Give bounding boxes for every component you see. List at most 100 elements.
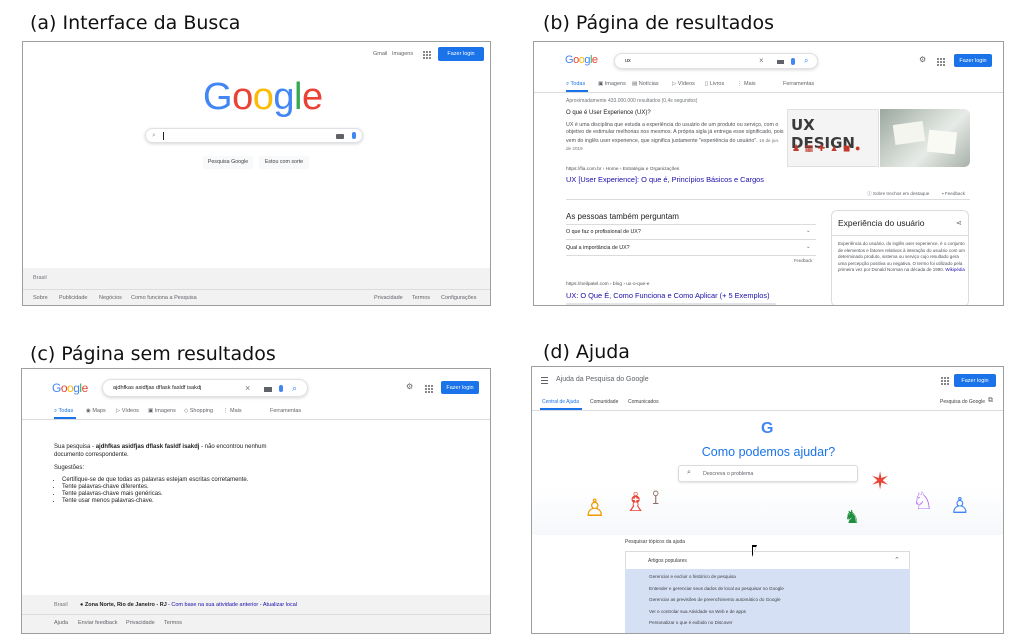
feedback-link[interactable]: ▪ Feedback: [942, 191, 965, 196]
person-reading-illustration: ♙: [584, 495, 606, 522]
tab-community[interactable]: Comunidade: [590, 399, 618, 405]
country-label: Brasil: [54, 602, 68, 608]
help-search-input[interactable]: ⌕ Descreva o problema: [678, 465, 858, 482]
tab-books[interactable]: ▯ Livros: [705, 81, 724, 87]
footer-terms[interactable]: Termos: [412, 295, 430, 301]
footer-ads[interactable]: Publicidade: [59, 295, 87, 301]
open-in-new-icon[interactable]: ⧉: [988, 397, 993, 405]
clear-icon[interactable]: ×: [245, 384, 250, 393]
popular-articles-dropdown[interactable]: Artigos populares ⌃: [625, 551, 910, 569]
people-also-ask-title: As pessoas também perguntam: [566, 212, 679, 221]
article-item[interactable]: Entender e gerenciar seus dados de local…: [625, 583, 910, 595]
paa-feedback[interactable]: Feedback: [794, 258, 812, 263]
chevron-down-icon[interactable]: ⌄: [806, 228, 811, 234]
tab-news[interactable]: ▤ Notícias: [632, 81, 659, 87]
person-sitting-illustration: ♙: [950, 493, 970, 518]
login-button[interactable]: Fazer login: [954, 54, 992, 67]
login-button[interactable]: Fazer login: [438, 47, 484, 61]
tools-button[interactable]: Ferramentas: [783, 81, 814, 87]
help-heading: Como podemos ajudar?: [701, 445, 836, 459]
ux-photo[interactable]: [880, 109, 970, 167]
search-icon: ⌕: [152, 132, 156, 139]
apps-grid-icon[interactable]: [425, 385, 433, 393]
article-item[interactable]: Personalizar o que é exibido no Discover: [625, 617, 910, 629]
footer-privacy[interactable]: Privacidade: [374, 295, 403, 301]
microphone-icon[interactable]: [791, 58, 795, 65]
footer-feedback[interactable]: Enviar feedback: [78, 620, 117, 626]
result2-snippet-cut: [566, 303, 776, 305]
images-link[interactable]: Imagens: [392, 51, 413, 57]
keyboard-icon[interactable]: [264, 387, 272, 392]
result2-title-link[interactable]: UX: O Que É, Como Funciona e Como Aplica…: [566, 291, 770, 300]
suggestion-item: Certifique-se de que todas as palavras e…: [62, 477, 248, 484]
apps-grid-icon[interactable]: [937, 58, 945, 66]
search-input[interactable]: ⌕: [145, 128, 363, 143]
footer-business[interactable]: Negócios: [99, 295, 122, 301]
paa-question-1[interactable]: O que faz o profissional de UX?: [566, 229, 641, 235]
footer-settings[interactable]: Configurações: [441, 295, 476, 301]
section-divider: [566, 199, 970, 200]
google-search-link[interactable]: Pesquisa do Google: [940, 399, 985, 405]
share-icon[interactable]: ⋖: [956, 219, 962, 227]
lucky-button[interactable]: Estou com sorte: [259, 156, 309, 169]
footer-help[interactable]: Ajuda: [54, 620, 68, 626]
menu-icon[interactable]: [541, 377, 548, 384]
caption-b: (b) Página de resultados: [543, 12, 775, 34]
article-item[interactable]: Gerenciar e excluir o histórico de pesqu…: [625, 571, 910, 583]
search-icon[interactable]: ⌕: [292, 384, 297, 393]
keyboard-icon[interactable]: [336, 134, 344, 139]
person-lying-illustration: ♞: [844, 507, 861, 527]
tab-all[interactable]: ⌕ Todas: [566, 81, 585, 88]
tab-maps[interactable]: ◉ Maps: [86, 408, 106, 414]
tab-all[interactable]: ⌕ Todas: [54, 408, 73, 415]
tab-announcements[interactable]: Comunicados: [628, 399, 659, 405]
result-stats: Aproximadamente 433.000.000 resultados (…: [566, 98, 698, 104]
footer-about[interactable]: Sobre: [33, 295, 48, 301]
footer-terms[interactable]: Termos: [164, 620, 182, 626]
ux-design-image[interactable]: UX DESIGN ♟ ▦ ✚ ▲ ◼ ●: [787, 109, 879, 167]
chevron-down-icon[interactable]: ⌄: [806, 244, 811, 250]
footer-privacy[interactable]: Privacidade: [126, 620, 155, 626]
tabs-divider: [532, 410, 1003, 411]
knowledge-panel: Experiência do usuário ⋖ Experiência do …: [831, 210, 969, 305]
search-icon: ⌕: [687, 469, 691, 476]
tab-more[interactable]: ⋮ Mais: [737, 81, 756, 87]
chevron-up-icon: ⌃: [894, 557, 900, 564]
gmail-link[interactable]: Gmail: [373, 51, 387, 57]
tab-help-center[interactable]: Central de Ajuda: [542, 399, 579, 405]
article-item[interactable]: Ver e controlar sua Atividade na Web e d…: [625, 606, 910, 618]
tab-shopping[interactable]: ◇ Shopping: [184, 408, 213, 414]
search-icon[interactable]: ⌕: [804, 57, 808, 65]
tab-videos[interactable]: ▷ Vídeos: [672, 81, 695, 87]
clear-icon[interactable]: ×: [759, 57, 764, 65]
microphone-icon[interactable]: [279, 385, 283, 392]
tab-videos[interactable]: ▷ Vídeos: [116, 408, 139, 414]
apps-grid-icon[interactable]: [423, 51, 431, 59]
tab-images[interactable]: ▣ Imagens: [148, 408, 176, 414]
google-search-button[interactable]: Pesquisa Google: [203, 156, 253, 169]
article-item[interactable]: Gerenciar as previsões de preenchimento …: [625, 594, 910, 606]
suggestion-item: Tente usar menos palavras-chave.: [62, 498, 248, 505]
search-input[interactable]: ajdhfkas asidfjas dflask fasldf isakdj ×…: [102, 379, 308, 397]
wikipedia-link[interactable]: Wikipédia: [945, 267, 965, 272]
apps-grid-icon[interactable]: [941, 377, 949, 385]
location-source-link[interactable]: - Com base na sua atividade anterior - A…: [168, 602, 297, 608]
search-input[interactable]: ux × ⌕: [614, 53, 818, 69]
person-painting-illustration: ♗: [624, 487, 648, 517]
tab-images[interactable]: ▣ Imagens: [598, 81, 626, 87]
login-button[interactable]: Fazer login: [954, 374, 996, 387]
paa-question-2[interactable]: Qual a importância de UX?: [566, 245, 630, 251]
result1-title-link[interactable]: UX [User Experience]: O que é, Princípio…: [566, 175, 764, 184]
settings-gear-icon[interactable]: ⚙: [919, 56, 926, 64]
login-button[interactable]: Fazer login: [441, 381, 479, 394]
keyboard-icon[interactable]: [777, 60, 784, 64]
tools-button[interactable]: Ferramentas: [270, 408, 301, 414]
tab-more[interactable]: ⋮ Mais: [223, 408, 242, 414]
settings-gear-icon[interactable]: ⚙: [406, 383, 413, 391]
update-location-link[interactable]: Atualizar local: [263, 602, 297, 608]
footer-how-search-works[interactable]: Como funciona a Pesquisa: [131, 295, 197, 301]
microphone-icon[interactable]: [352, 132, 356, 139]
about-featured-snippets[interactable]: ⓘ Sobre trechos em destaque: [867, 191, 929, 197]
suggestions-list: Certifique-se de que todas as palavras e…: [62, 477, 248, 505]
popular-articles-list: Gerenciar e excluir o histórico de pesqu…: [625, 569, 910, 633]
